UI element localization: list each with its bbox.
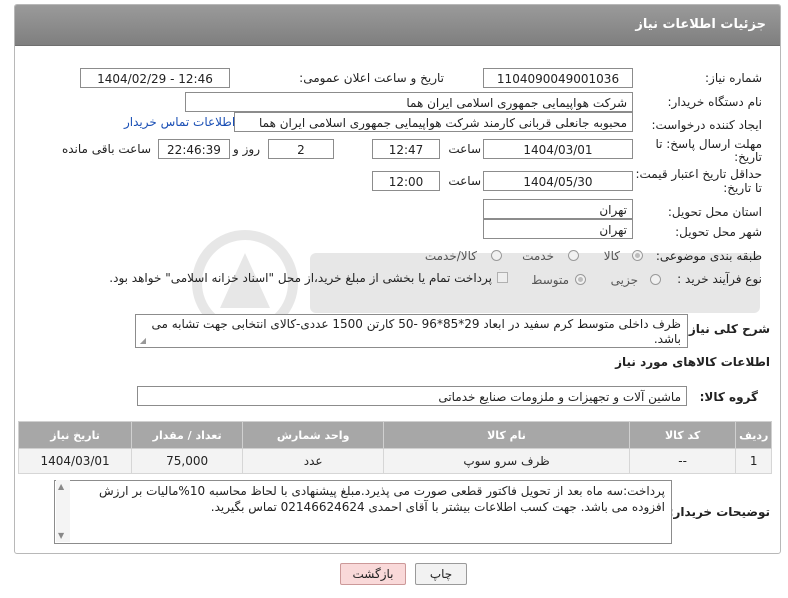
back-button[interactable]: بازگشت — [340, 563, 406, 585]
city-label: شهر محل تحویل: — [675, 225, 762, 239]
process-label: نوع فرآیند خرید : — [677, 272, 762, 286]
province-field: تهران — [483, 199, 633, 219]
cell-row-number: 1 — [735, 448, 772, 474]
deadline-label-line1: مهلت ارسال پاسخ: تا — [655, 137, 762, 151]
cell-need-date: 1404/03/01 — [17, 448, 133, 474]
category-option-goods-service: کالا/خدمت — [424, 249, 477, 263]
creator-field: محبوبه جانعلی قربانی کارمند شرکت هواپیما… — [234, 112, 633, 132]
category-option-service: خدمت — [522, 249, 554, 263]
col-header-row-number: ردیف — [735, 421, 772, 449]
buyer-notes-scrollbar[interactable]: ▲ ▼ — [56, 480, 70, 542]
deadline-date-field: 1404/03/01 — [483, 139, 633, 159]
panel-title: جزئیات اطلاعات نیاز — [635, 17, 766, 32]
category-radio-goods-service[interactable] — [491, 250, 502, 261]
cell-item-name: ظرف سرو سوپ — [383, 448, 630, 474]
deadline-label-line2: تاریخ: — [734, 150, 762, 164]
category-option-goods: کالا — [603, 249, 620, 263]
deadline-days-field: 2 — [268, 139, 334, 159]
need-number-field: 1104090049001036 — [483, 68, 633, 88]
deadline-time-field: 12:47 — [372, 139, 440, 159]
announce-field: 1404/02/29 - 12:46 — [80, 68, 230, 88]
buyer-notes-text: پرداخت:سه ماه بعد از تحویل فاکتور قطعی ص… — [98, 484, 665, 514]
panel-header: جزئیات اطلاعات نیاز — [15, 5, 780, 46]
buyer-notes-label: توضیحات خریدار: — [668, 505, 770, 519]
col-header-quantity: تعداد / مقدار — [131, 421, 244, 449]
category-label: طبقه بندی موضوعی: — [655, 249, 762, 263]
description-label: شرح کلی نیاز: — [684, 322, 770, 336]
deadline-remaining-field: 22:46:39 — [158, 139, 230, 159]
buyer-notes-textarea: پرداخت:سه ماه بعد از تحویل فاکتور قطعی ص… — [54, 480, 672, 544]
validity-time-field: 12:00 — [372, 171, 440, 191]
print-button[interactable]: چاپ — [415, 563, 467, 585]
deadline-remaining-label: ساعت باقی مانده — [61, 142, 151, 156]
deadline-days-label: روز و — [233, 142, 260, 156]
goods-group-field: ماشین آلات و تجهیزات و ملزومات صنایع خدم… — [137, 386, 687, 406]
col-header-need-date: تاریخ نیاز — [17, 421, 133, 449]
city-field: تهران — [483, 219, 633, 239]
col-header-item-name: نام کالا — [383, 421, 630, 449]
treasury-checkbox[interactable] — [497, 272, 508, 283]
validity-label-line1: حداقل تاریخ اعتبار قیمت: — [635, 167, 762, 181]
deadline-time-label: ساعت — [448, 142, 481, 156]
table-header-row: ردیف کد کالا نام کالا واحد شمارش تعداد /… — [17, 421, 772, 449]
cell-unit: عدد — [242, 448, 385, 474]
process-radio-minor[interactable] — [650, 274, 661, 285]
process-radio-medium[interactable] — [575, 274, 586, 285]
scroll-down-icon[interactable]: ▼ — [58, 531, 64, 540]
cell-quantity: 75,000 — [131, 448, 244, 474]
announce-label: تاریخ و ساعت اعلان عمومی: — [299, 71, 444, 85]
validity-date-field: 1404/05/30 — [483, 171, 633, 191]
category-radio-goods[interactable] — [632, 250, 643, 261]
goods-section-title: اطلاعات کالاهای مورد نیاز — [615, 355, 770, 369]
resize-grip-icon: ◢ — [139, 336, 146, 345]
need-number-label: شماره نیاز: — [705, 71, 762, 85]
scroll-up-icon[interactable]: ▲ — [58, 482, 64, 491]
buyer-org-label: نام دستگاه خریدار: — [667, 95, 763, 109]
goods-group-label: گروه کالا: — [699, 390, 758, 404]
description-text: ظرف داخلی متوسط کرم سفید در ابعاد 29*85*… — [151, 317, 682, 346]
province-label: استان محل تحویل: — [667, 205, 762, 219]
items-table: ردیف کد کالا نام کالا واحد شمارش تعداد /… — [17, 421, 772, 474]
cell-item-code: -- — [628, 448, 737, 474]
creator-label: ایجاد کننده درخواست: — [651, 118, 762, 132]
col-header-unit: واحد شمارش — [242, 421, 385, 449]
process-option-medium: متوسط — [531, 273, 569, 287]
table-row: 1 -- ظرف سرو سوپ عدد 75,000 1404/03/01 — [17, 448, 772, 474]
description-textarea: ظرف داخلی متوسط کرم سفید در ابعاد 29*85*… — [135, 314, 688, 348]
treasury-checkbox-label: پرداخت تمام یا بخشی از مبلغ خرید،از محل … — [109, 271, 492, 285]
process-option-minor: جزیی — [610, 273, 638, 287]
col-header-item-code: کد کالا — [628, 421, 737, 449]
validity-time-label: ساعت — [448, 174, 481, 188]
category-radio-service[interactable] — [568, 250, 579, 261]
buyer-contact-link[interactable]: اطلاعات تماس خریدار — [124, 115, 235, 129]
validity-label-line2: تا تاریخ: — [723, 181, 762, 195]
buyer-org-field: شرکت هواپیمایی جمهوری اسلامی ایران هما — [185, 92, 633, 112]
